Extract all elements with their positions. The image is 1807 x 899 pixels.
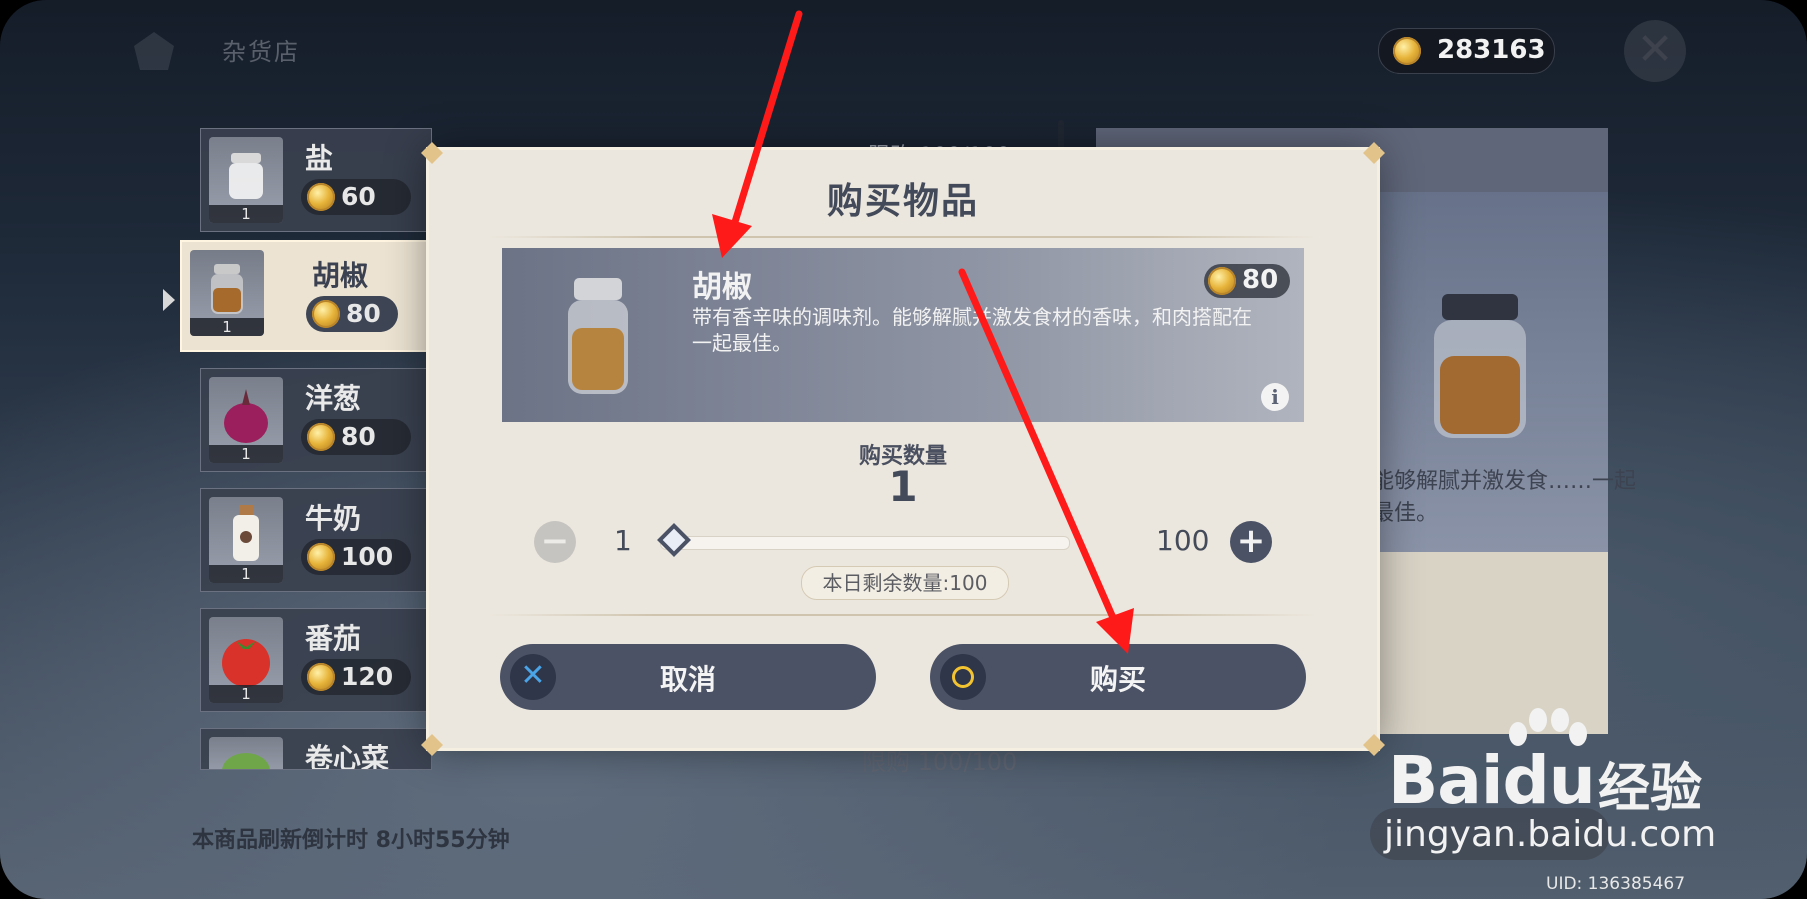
mora-coin-icon — [307, 423, 335, 451]
item-price: 60 — [301, 179, 411, 215]
close-button[interactable]: ✕ — [1624, 20, 1686, 82]
slider-max-label: 100 — [1156, 524, 1210, 557]
purchase-dialog: 购买物品 胡椒 带有香辛味的调味剂。能够解腻并激发食材的香味，和肉搭配在一起最佳… — [421, 142, 1385, 756]
pepper-jar-icon: 1 — [190, 250, 264, 336]
corner-ornament-icon — [1363, 142, 1385, 164]
pepper-jar-icon — [568, 278, 628, 394]
selected-indicator-icon — [163, 289, 175, 311]
buy-button[interactable]: 购买 — [930, 644, 1306, 710]
shop-item-milk[interactable]: 1 牛奶 100 — [200, 488, 432, 592]
item-name: 胡椒 — [312, 259, 369, 292]
detail-description: 能够解腻并激发食……一起最佳。 — [1372, 469, 1637, 526]
shop-item-tomato[interactable]: 1 番茄 120 — [200, 608, 432, 712]
corner-ornament-icon — [1363, 734, 1385, 756]
shop-item-onion[interactable]: 1 洋葱 80 — [200, 368, 432, 472]
mora-balance: 283163 — [1378, 28, 1555, 74]
quantity-slider-track[interactable] — [660, 536, 1070, 550]
item-price: 80 — [301, 419, 411, 455]
cabbage-icon — [209, 737, 283, 769]
item-name: 盐 — [305, 142, 334, 175]
salt-shaker-icon: 1 — [209, 137, 283, 223]
increase-button[interactable]: + — [1230, 521, 1272, 563]
item-price: 80 — [306, 296, 398, 332]
item-name: 洋葱 — [305, 382, 362, 415]
cancel-button[interactable]: ✕ 取消 — [500, 644, 876, 710]
mora-coin-icon — [307, 543, 335, 571]
item-price: 100 — [301, 539, 411, 575]
jingyan-watermark: 经验 — [1598, 759, 1703, 819]
paw-logo-icon — [1509, 708, 1587, 746]
item-description: 带有香辛味的调味剂。能够解腻并激发食材的香味，和肉搭配在一起最佳。 — [692, 305, 1252, 355]
mora-coin-icon — [307, 183, 335, 211]
mora-coin-icon — [312, 300, 340, 328]
item-name: 番茄 — [305, 622, 362, 655]
watermark-url: jingyan.baidu.com — [1384, 814, 1717, 855]
shop-title: 杂货店 — [222, 38, 300, 66]
quantity-slider-handle[interactable] — [657, 523, 691, 557]
mora-coin-icon — [1393, 37, 1421, 65]
shop-bag-icon — [134, 32, 174, 70]
info-icon[interactable]: i — [1261, 383, 1289, 411]
game-screen: 杂货店 283163 ✕ 1 盐 60 1 胡椒 80 1 洋葱 80 1 牛奶… — [0, 0, 1807, 899]
item-name: 胡椒 — [692, 270, 752, 305]
daily-remaining-badge: 本日剩余数量:100 — [801, 566, 1009, 600]
item-card: 胡椒 带有香辛味的调味剂。能够解腻并激发食材的香味，和肉搭配在一起最佳。 80 … — [502, 248, 1304, 422]
slider-min-label: 1 — [614, 524, 632, 557]
item-name: 卷心菜 — [305, 742, 390, 770]
mora-coin-icon — [1208, 267, 1236, 295]
dialog-title: 购买物品 — [826, 181, 979, 222]
milk-bottle-icon: 1 — [209, 497, 283, 583]
item-price: 120 — [301, 659, 411, 695]
mora-amount: 283163 — [1437, 35, 1546, 65]
uid-label: UID: 136385467 — [1546, 874, 1686, 894]
item-price: 80 — [1204, 264, 1290, 298]
tomato-icon: 1 — [209, 617, 283, 703]
divider — [489, 614, 1317, 616]
shop-item-cabbage[interactable]: 卷心菜 — [200, 728, 432, 770]
quantity-value: 1 — [888, 462, 918, 511]
refresh-countdown: 本商品刷新倒计时 8小时55分钟 — [192, 828, 510, 853]
corner-ornament-icon — [421, 734, 443, 756]
divider — [489, 236, 1317, 238]
item-name: 牛奶 — [305, 502, 362, 535]
onion-icon: 1 — [209, 377, 283, 463]
decrease-button[interactable]: − — [534, 521, 576, 563]
corner-ornament-icon — [421, 142, 443, 164]
shop-item-pepper[interactable]: 1 胡椒 80 — [180, 240, 434, 352]
mora-coin-icon — [307, 663, 335, 691]
shop-item-salt[interactable]: 1 盐 60 — [200, 128, 432, 232]
